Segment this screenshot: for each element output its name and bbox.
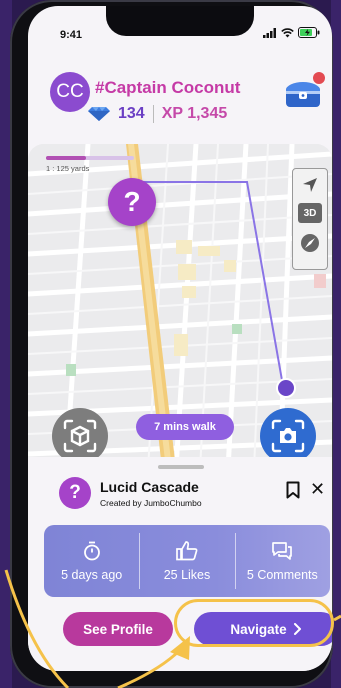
stat-comments[interactable]: 5 Comments: [234, 525, 330, 597]
quest-stats-card: 5 days ago 25 Likes 5 Comments: [44, 525, 330, 597]
ar-cube-icon: [63, 419, 97, 453]
quest-icon: ?: [59, 477, 91, 509]
stat-comments-label: 5 Comments: [246, 567, 318, 582]
walk-time-pill: 7 mins walk: [136, 414, 234, 440]
avatar[interactable]: CC: [50, 72, 90, 112]
player-stats: 134 XP 1,345: [88, 105, 227, 123]
gem-count: 134: [118, 105, 145, 122]
app-screen: 9:41 CC #Captain Coconut 134 XP 1,345 1 …: [28, 6, 332, 671]
drag-handle[interactable]: [158, 465, 204, 469]
bookmark-icon[interactable]: [286, 481, 300, 499]
username: #Captain Coconut: [95, 78, 241, 97]
stopwatch-icon: [83, 541, 100, 560]
stat-age-label: 5 days ago: [61, 567, 123, 582]
gem-icon: [88, 107, 110, 121]
comments-icon: [272, 541, 293, 560]
quest-marker[interactable]: ?: [108, 178, 156, 226]
thumbs-up-icon: [176, 540, 198, 560]
stat-age: 5 days ago: [44, 525, 139, 597]
3d-toggle-button[interactable]: 3D: [298, 203, 322, 223]
stats-divider: [152, 105, 154, 123]
ar-cube-button[interactable]: [52, 408, 108, 464]
status-icons: [263, 27, 320, 38]
see-profile-button[interactable]: See Profile: [63, 612, 173, 646]
camera-notch: [106, 6, 254, 36]
compass-icon[interactable]: [298, 233, 322, 253]
signal-icon: [263, 27, 276, 38]
wifi-icon: [281, 27, 294, 37]
status-time: 9:41: [60, 29, 83, 41]
locate-arrow-icon[interactable]: [298, 175, 322, 195]
xp-value: XP 1,345: [161, 105, 228, 122]
battery-icon: [298, 27, 320, 38]
stat-likes-label: 25 Likes: [163, 567, 211, 582]
quest-creator: Created by JumboChumbo: [100, 498, 202, 508]
notification-dot: [313, 72, 325, 84]
destination-dot: [276, 378, 296, 398]
quest-title: Lucid Cascade: [100, 479, 199, 495]
camera-scan-icon: [271, 419, 305, 453]
stat-likes[interactable]: 25 Likes: [139, 525, 234, 597]
scale-label: 1 : 125 yards: [46, 164, 90, 173]
ar-camera-button[interactable]: [260, 408, 316, 464]
map-view[interactable]: 1 : 125 yards ? 3D 7 mins walk: [28, 144, 332, 469]
navigate-highlight-ring: [174, 599, 334, 647]
close-icon[interactable]: ✕: [310, 479, 325, 500]
scale-bar: [46, 156, 134, 160]
map-controls: 3D: [292, 168, 328, 270]
phone-frame: 9:41 CC #Captain Coconut 134 XP 1,345 1 …: [10, 0, 333, 688]
